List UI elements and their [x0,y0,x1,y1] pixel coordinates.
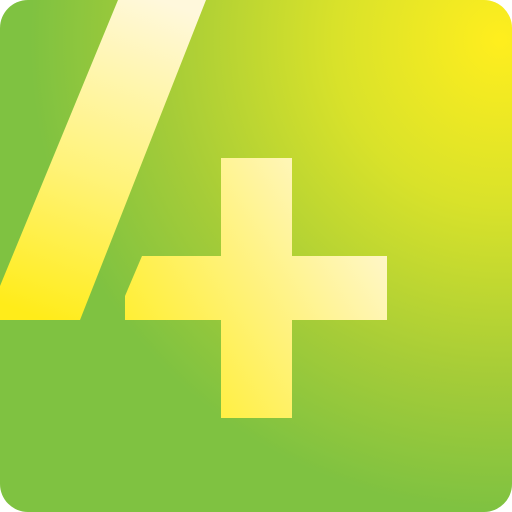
app-icon-graphic [0,0,512,512]
app-icon [0,0,512,512]
